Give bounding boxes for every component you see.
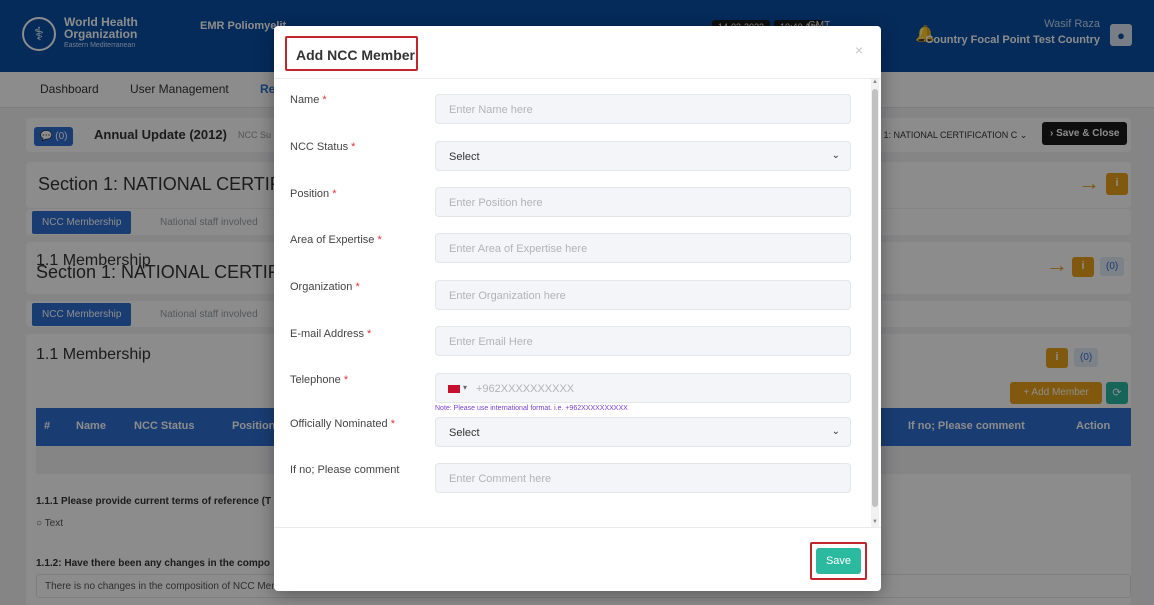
ncc-status-label-text: NCC Status bbox=[290, 141, 349, 153]
nominated-select[interactable]: Select ⌄ bbox=[435, 417, 851, 447]
organization-label-text: Organization bbox=[290, 281, 353, 293]
modal-scrollbar[interactable]: ▲ ▼ bbox=[871, 79, 879, 527]
chevron-down-icon[interactable]: ▾ bbox=[463, 383, 467, 392]
comment-input[interactable]: Enter Comment here bbox=[435, 463, 851, 493]
ncc-status-select[interactable]: Select ⌄ bbox=[435, 141, 851, 171]
ncc-status-value: Select bbox=[449, 151, 480, 163]
scroll-down-icon[interactable]: ▼ bbox=[871, 519, 879, 527]
modal-footer-divider bbox=[274, 527, 881, 528]
required-mark: * bbox=[390, 418, 395, 430]
nominated-label: Officially Nominated * bbox=[290, 418, 395, 430]
email-label: E-mail Address * bbox=[290, 328, 371, 340]
telephone-placeholder: +962XXXXXXXXXX bbox=[476, 383, 575, 395]
required-mark: * bbox=[377, 234, 382, 246]
chevron-down-icon: ⌄ bbox=[831, 426, 840, 437]
email-input[interactable]: Enter Email Here bbox=[435, 326, 851, 356]
scroll-up-icon[interactable]: ▲ bbox=[871, 79, 879, 87]
required-mark: * bbox=[367, 328, 372, 340]
required-mark: * bbox=[355, 281, 360, 293]
telephone-input[interactable]: ▾ +962XXXXXXXXXX bbox=[435, 373, 851, 403]
required-mark: * bbox=[332, 188, 337, 200]
scrollbar-thumb[interactable] bbox=[872, 89, 878, 507]
name-input[interactable]: Enter Name here bbox=[435, 94, 851, 124]
comment-label: If no; Please comment bbox=[290, 464, 400, 476]
position-label: Position * bbox=[290, 188, 336, 200]
modal-title: Add NCC Member bbox=[285, 36, 418, 71]
chevron-down-icon: ⌄ bbox=[831, 150, 840, 161]
position-label-text: Position bbox=[290, 188, 330, 200]
expertise-label: Area of Expertise * bbox=[290, 234, 382, 246]
ncc-status-label: NCC Status * bbox=[290, 141, 355, 153]
save-highlight: Save bbox=[810, 542, 867, 580]
nominated-value: Select bbox=[449, 427, 480, 439]
telephone-label-text: Telephone bbox=[290, 374, 341, 386]
nominated-label-text: Officially Nominated bbox=[290, 418, 388, 430]
country-flag-icon[interactable] bbox=[448, 385, 460, 393]
required-mark: * bbox=[322, 94, 327, 106]
name-label: Name * bbox=[290, 94, 327, 106]
organization-label: Organization * bbox=[290, 281, 360, 293]
close-icon[interactable]: × bbox=[855, 42, 863, 58]
expertise-label-text: Area of Expertise bbox=[290, 234, 375, 246]
telephone-label: Telephone * bbox=[290, 374, 348, 386]
modal-body: Name * Enter Name here NCC Status * Sele… bbox=[274, 79, 881, 527]
expertise-input[interactable]: Enter Area of Expertise here bbox=[435, 233, 851, 263]
required-mark: * bbox=[351, 141, 356, 153]
name-label-text: Name bbox=[290, 94, 320, 106]
add-ncc-member-modal: Add NCC Member × Name * Enter Name here … bbox=[274, 26, 881, 591]
email-label-text: E-mail Address bbox=[290, 328, 364, 340]
telephone-note: Note: Please use international format. i… bbox=[435, 405, 628, 412]
position-input[interactable]: Enter Position here bbox=[435, 187, 851, 217]
required-mark: * bbox=[343, 374, 349, 386]
save-button[interactable]: Save bbox=[816, 548, 861, 574]
organization-input[interactable]: Enter Organization here bbox=[435, 280, 851, 310]
